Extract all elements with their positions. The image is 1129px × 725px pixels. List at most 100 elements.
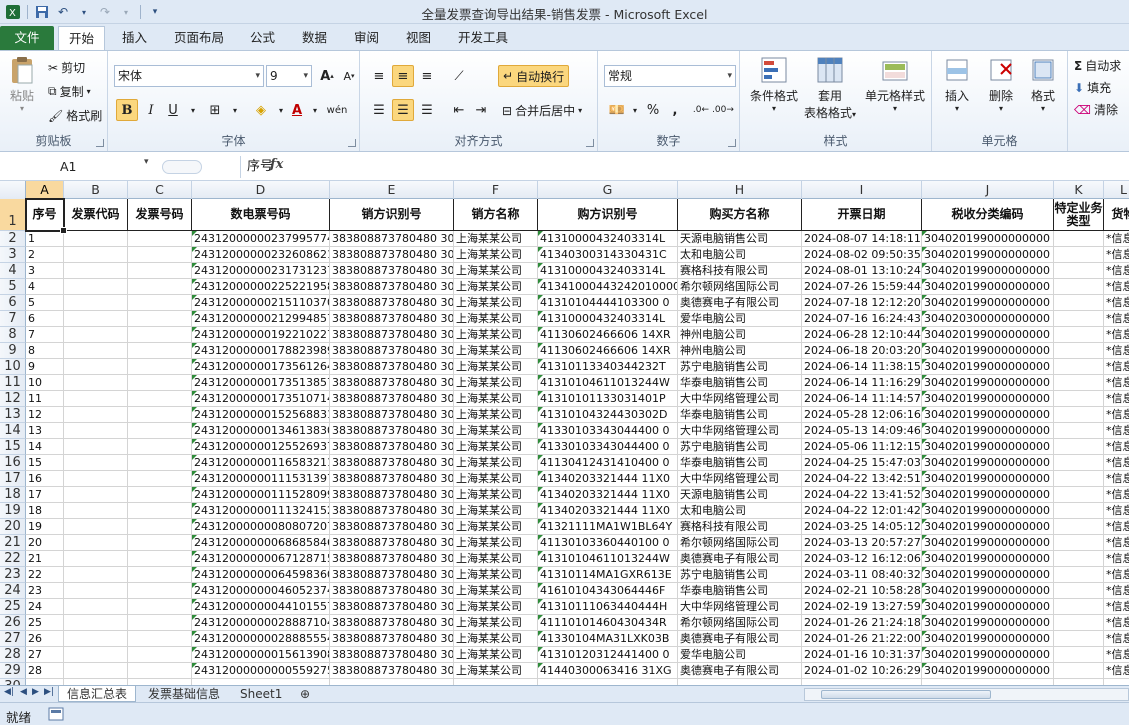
table-cell[interactable]: 41330103343044400 0: [538, 439, 678, 455]
table-cell[interactable]: 24312000000225221958: [192, 279, 330, 295]
table-cell[interactable]: [1054, 471, 1104, 487]
name-box[interactable]: A1: [4, 157, 154, 177]
fill-color-icon[interactable]: ◈: [250, 99, 272, 121]
tab-page-layout[interactable]: 页面布局: [164, 26, 234, 50]
table-cell[interactable]: 上海某某公司: [454, 663, 538, 679]
table-cell[interactable]: [64, 439, 128, 455]
row-header[interactable]: 20: [0, 519, 26, 535]
table-cell[interactable]: [64, 343, 128, 359]
table-cell[interactable]: 10: [26, 375, 64, 391]
table-cell[interactable]: 24312000000046052374: [192, 583, 330, 599]
table-cell[interactable]: 304020199000000000: [922, 631, 1054, 647]
font-name-combo[interactable]: 宋体 ▾: [114, 65, 264, 87]
table-cell[interactable]: 24312000000215110370: [192, 295, 330, 311]
table-cell[interactable]: 2024-07-26 15:59:44: [802, 279, 922, 295]
table-cell[interactable]: 2024-06-28 12:10:44: [802, 327, 922, 343]
table-cell[interactable]: 赛格科技有限公司: [678, 263, 802, 279]
table-cell[interactable]: 41310113340344232T: [538, 359, 678, 375]
table-cell[interactable]: [64, 423, 128, 439]
table-cell[interactable]: 2024-01-26 21:24:18: [802, 615, 922, 631]
table-cell[interactable]: 神州电脑公司: [678, 343, 802, 359]
table-cell[interactable]: 2024-04-22 13:41:52: [802, 487, 922, 503]
table-cell[interactable]: 上海某某公司: [454, 279, 538, 295]
row-header[interactable]: 1: [0, 199, 26, 231]
table-cell[interactable]: 24312000000111528099: [192, 487, 330, 503]
table-cell[interactable]: 304020199000000000: [922, 615, 1054, 631]
table-cell[interactable]: 304020300000000000: [922, 311, 1054, 327]
table-cell[interactable]: *信息: [1104, 647, 1129, 663]
table-cell[interactable]: 41310101133031401P: [538, 391, 678, 407]
italic-button[interactable]: I: [140, 99, 162, 121]
table-cell[interactable]: [1054, 311, 1104, 327]
table-cell[interactable]: *信息: [1104, 391, 1129, 407]
horizontal-scrollbar[interactable]: [804, 688, 1129, 701]
table-cell[interactable]: 2024-03-25 14:05:12: [802, 519, 922, 535]
table-cell[interactable]: [1054, 599, 1104, 615]
table-cell[interactable]: 神州电脑公司: [678, 327, 802, 343]
table-cell[interactable]: 2024-03-12 16:12:06: [802, 551, 922, 567]
table-cell[interactable]: 24312000000028887104: [192, 615, 330, 631]
table-cell[interactable]: [1054, 647, 1104, 663]
table-cell[interactable]: 奥德赛电子有限公司: [678, 295, 802, 311]
table-cell[interactable]: 2024-04-25 15:47:03: [802, 455, 922, 471]
column-header[interactable]: J: [922, 181, 1054, 199]
table-cell[interactable]: 24312000000080807207: [192, 519, 330, 535]
table-cell[interactable]: 苏宁电脑销售公司: [678, 439, 802, 455]
table-cell[interactable]: [1054, 359, 1104, 375]
table-cell[interactable]: 7: [26, 327, 64, 343]
table-cell[interactable]: 24312000000192210227: [192, 327, 330, 343]
table-cell[interactable]: *信息: [1104, 455, 1129, 471]
table-cell[interactable]: 24312000000152568831: [192, 407, 330, 423]
table-cell[interactable]: [1054, 551, 1104, 567]
table-cell[interactable]: 41610104343064446F: [538, 583, 678, 599]
underline-button[interactable]: U: [162, 99, 184, 121]
table-cell[interactable]: [64, 567, 128, 583]
fill-button[interactable]: ⬇ 填充: [1074, 79, 1111, 96]
table-cell[interactable]: 304020199000000000: [922, 343, 1054, 359]
formula-input[interactable]: 序号: [240, 156, 1125, 178]
table-cell[interactable]: 2024-01-26 21:22:00: [802, 631, 922, 647]
table-cell[interactable]: [128, 455, 192, 471]
table-cell[interactable]: 20: [26, 535, 64, 551]
table-cell[interactable]: [64, 359, 128, 375]
table-cell[interactable]: 304020199000000000: [922, 455, 1054, 471]
table-cell[interactable]: 华泰电脑销售公司: [678, 407, 802, 423]
table-cell[interactable]: [64, 391, 128, 407]
table-cell[interactable]: 24312000000111324152: [192, 503, 330, 519]
table-cell[interactable]: 24312000000028885554: [192, 631, 330, 647]
table-cell[interactable]: 26: [26, 631, 64, 647]
table-cell[interactable]: [1054, 455, 1104, 471]
table-cell[interactable]: [64, 279, 128, 295]
header-cell[interactable]: 购方识别号: [538, 199, 678, 231]
table-cell[interactable]: *信息: [1104, 567, 1129, 583]
table-cell[interactable]: 24312000000064598360: [192, 567, 330, 583]
table-cell[interactable]: [1054, 583, 1104, 599]
table-cell[interactable]: [64, 471, 128, 487]
table-cell[interactable]: 304020199000000000: [922, 423, 1054, 439]
table-cell[interactable]: 上海某某公司: [454, 295, 538, 311]
table-cell[interactable]: 天源电脑销售公司: [678, 231, 802, 247]
table-cell[interactable]: [1054, 423, 1104, 439]
tab-home[interactable]: 开始: [58, 26, 106, 50]
table-cell[interactable]: [64, 231, 128, 247]
header-cell[interactable]: 特定业务类型: [1054, 199, 1104, 231]
table-cell[interactable]: [128, 407, 192, 423]
column-header[interactable]: D: [192, 181, 330, 199]
table-cell[interactable]: 24312000000068685846: [192, 535, 330, 551]
table-cell[interactable]: [64, 599, 128, 615]
table-cell[interactable]: 24312000000134613830: [192, 423, 330, 439]
table-cell[interactable]: 大中华网络管理公司: [678, 423, 802, 439]
alignment-launcher-icon[interactable]: [586, 139, 594, 147]
row-header[interactable]: 5: [0, 279, 26, 295]
table-cell[interactable]: 304020199000000000: [922, 439, 1054, 455]
table-cell[interactable]: [64, 519, 128, 535]
table-cell[interactable]: [128, 263, 192, 279]
table-cell[interactable]: 奥德赛电子有限公司: [678, 631, 802, 647]
column-header[interactable]: L: [1104, 181, 1129, 199]
table-cell[interactable]: 爱华电脑公司: [678, 647, 802, 663]
table-cell[interactable]: 19: [26, 519, 64, 535]
shrink-font-icon[interactable]: A ▾: [338, 65, 360, 87]
table-cell[interactable]: 23: [26, 583, 64, 599]
tab-data[interactable]: 数据: [292, 26, 337, 50]
align-top-icon[interactable]: ≡: [368, 65, 390, 87]
